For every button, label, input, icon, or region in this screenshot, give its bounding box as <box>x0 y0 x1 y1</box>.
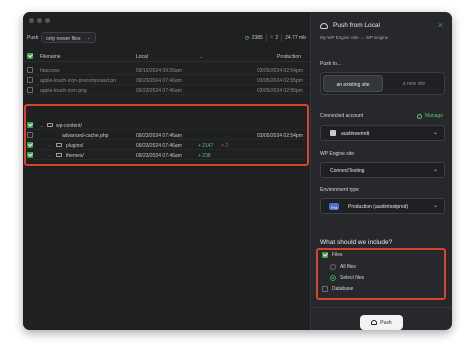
cloud-upload-icon <box>320 22 328 29</box>
push-target-toggle: an existing site a new site <box>320 72 445 95</box>
file-name: apple-touch-icon-precomposed.pn <box>40 77 116 84</box>
sync-count: 2385 <box>251 35 263 41</box>
app-window: Push only newer files ⌄ ⟳ 2385 × 2 24.77… <box>23 12 452 330</box>
local-date: 09/23/2024 07:46am <box>136 87 182 94</box>
table-row[interactable]: apple-touch-icon-precomposed.pn 09/23/20… <box>23 75 310 85</box>
account-select[interactable]: austinwerndt ⌄ <box>320 125 445 141</box>
panel-title: Push from Local <box>320 22 380 29</box>
env-value: Production (austintestprod) <box>348 204 409 210</box>
title-bar <box>23 12 310 29</box>
production-date: 03/05/2024 02:54pm <box>257 67 303 74</box>
chevron-down-icon: ⌄ <box>432 130 438 136</box>
push-panel: Push from Local × My WP Engine Site → WP… <box>310 12 452 330</box>
column-filename[interactable]: Filename <box>40 54 61 60</box>
file-list-pane: Push only newer files ⌄ ⟳ 2385 × 2 24.77… <box>23 12 310 330</box>
site-select[interactable]: ConnectTesting ⌄ <box>320 162 445 178</box>
column-arrow: → <box>198 54 203 60</box>
delete-icon: × <box>269 35 274 41</box>
highlight-box <box>316 248 446 300</box>
close-icon[interactable]: × <box>438 20 443 30</box>
push-toolbar: Push only newer files ⌄ ⟳ 2385 × 2 24.77… <box>23 31 310 45</box>
file-name: apple-touch-icon.png <box>40 87 87 94</box>
row-checkbox[interactable] <box>27 77 33 83</box>
highlight-box <box>24 104 309 166</box>
production-date: 03/05/2024 02:55pm <box>257 77 303 84</box>
push-filter-label: Push <box>27 35 39 41</box>
env-type-label: Environment type <box>320 187 359 193</box>
divider <box>281 34 283 42</box>
row-checkbox[interactable] <box>27 67 33 73</box>
table-row[interactable]: htaccess 09/16/2024 09:20am 03/05/2024 0… <box>23 65 310 75</box>
table-row[interactable]: apple-touch-icon.png 09/23/2024 07:46am … <box>23 85 310 95</box>
push-filter-value: only newer files <box>46 36 81 42</box>
table-row-partial <box>23 95 310 102</box>
environment-select[interactable]: Prd Production (austintestprod) ⌄ <box>320 198 445 214</box>
divider <box>265 34 267 42</box>
connected-account-label: Connected account <box>320 113 364 119</box>
breadcrumb-arrow: → <box>359 35 365 40</box>
close-window-button[interactable] <box>29 18 34 23</box>
env-badge: Prd <box>329 203 340 210</box>
include-title: What should we include? <box>320 239 393 246</box>
gear-icon <box>416 113 422 119</box>
cloud-upload-icon <box>371 320 378 325</box>
wpe-site-label: WP Engine site <box>320 151 355 157</box>
chevron-down-icon: ⌄ <box>432 203 438 209</box>
file-name: htaccess <box>40 67 60 74</box>
push-to-label: Push to... <box>320 61 342 67</box>
local-date: 09/16/2024 09:20am <box>136 67 182 74</box>
manage-label: Manage <box>424 113 443 119</box>
row-checkbox[interactable] <box>27 87 33 93</box>
select-all-checkbox[interactable] <box>27 53 33 59</box>
sync-icon: ⟳ <box>244 35 250 42</box>
local-date: 09/23/2024 07:46am <box>136 77 182 84</box>
column-local[interactable]: Local <box>136 54 148 60</box>
column-production[interactable]: Production <box>277 54 301 60</box>
push-button[interactable]: Push <box>360 315 403 330</box>
wp-engine-icon <box>330 130 336 136</box>
total-size: 24.77 mb <box>285 35 306 41</box>
push-filter-select[interactable]: only newer files ⌄ <box>41 32 96 43</box>
breadcrumb: My WP Engine Site → WP Engine <box>320 35 388 40</box>
existing-site-option[interactable]: an existing site <box>323 75 383 92</box>
chevron-down-icon: ⌄ <box>86 35 91 41</box>
new-site-option[interactable]: a new site <box>384 75 444 92</box>
push-stats: ⟳ 2385 × 2 24.77 mb <box>245 34 306 42</box>
breadcrumb-from: My WP Engine Site <box>320 35 359 40</box>
breadcrumb-to: WP Engine <box>365 35 389 40</box>
footer-divider <box>311 307 452 308</box>
manage-link[interactable]: Manage <box>416 113 443 119</box>
minimize-window-button[interactable] <box>37 18 42 23</box>
chevron-down-icon: ⌄ <box>432 167 438 173</box>
panel-title-text: Push from Local <box>333 22 380 29</box>
push-button-label: Push <box>380 319 392 326</box>
maximize-window-button[interactable] <box>45 18 50 23</box>
table-header: Filename Local → Production <box>23 51 310 62</box>
account-value: austinwerndt <box>341 131 370 137</box>
site-value: ConnectTesting <box>330 168 365 174</box>
delete-count: 2 <box>275 35 279 41</box>
production-date: 03/05/2024 02:55pm <box>257 87 303 94</box>
